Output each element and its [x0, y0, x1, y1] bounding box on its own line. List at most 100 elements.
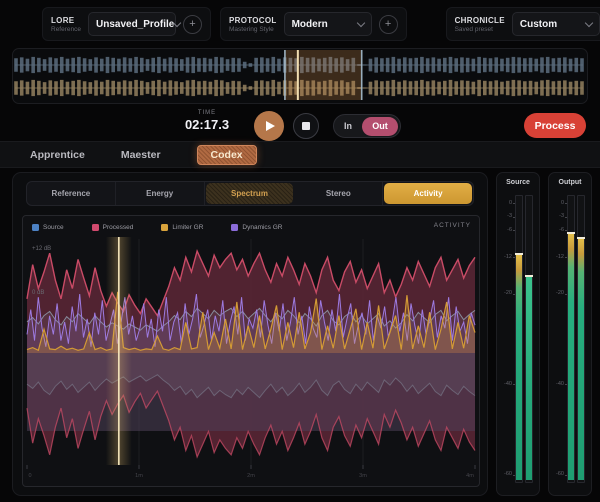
source-meter: Source 0 -3 -6 -12 -20 -40 -60 — [496, 172, 540, 496]
preset-group-chronicle: CHRONICLE Saved preset Custom + — [446, 7, 600, 41]
lore-label: LORE Reference — [51, 16, 81, 33]
waveform-overview[interactable] — [12, 48, 588, 104]
protocol-label: PROTOCOL Mastering Style — [229, 16, 277, 33]
saved-preset-dropdown[interactable]: Custom — [512, 12, 600, 36]
lore-title: LORE — [51, 16, 81, 25]
in-out-toggle[interactable]: In Out — [333, 114, 401, 138]
meter-scale-label: -3 — [549, 213, 564, 219]
meter-bar-track — [567, 195, 575, 483]
svg-text:1m: 1m — [135, 473, 143, 479]
meter-bar-fill — [526, 276, 532, 480]
preset-bar: LORE Reference Unsaved_Profile + PROTOCO… — [0, 5, 600, 43]
meter-bar-track — [525, 195, 533, 483]
meter-scale-label: -60 — [497, 471, 512, 477]
preset-group-lore: LORE Reference Unsaved_Profile + — [42, 7, 211, 41]
subtab-spectrum[interactable]: Spectrum — [206, 183, 294, 204]
waveform-svg — [13, 49, 585, 101]
mastering-style-value: Modern — [292, 19, 328, 30]
tab-apprentice[interactable]: Apprentice — [30, 149, 85, 161]
in-option[interactable]: In — [334, 121, 362, 131]
tab-codex-active[interactable]: Codex — [197, 145, 257, 165]
legend-source[interactable]: Source — [32, 224, 64, 231]
codex-panel: Reference Energy Spectrum Stereo Activit… — [12, 172, 488, 496]
play-icon — [266, 121, 275, 131]
dynamics-swatch-icon — [231, 224, 238, 231]
meter-scale-label: -6 — [549, 227, 564, 233]
chronicle-title: CHRONICLE — [455, 16, 505, 25]
processed-swatch-icon — [92, 224, 99, 231]
chevron-down-icon — [585, 18, 593, 26]
svg-text:4m: 4m — [466, 473, 474, 479]
svg-text:+12 dB: +12 dB — [32, 246, 51, 252]
saved-preset-value: Custom — [520, 19, 557, 30]
output-meter: Output 0 -3 -6 -12 -20 -40 -60 — [548, 172, 592, 496]
meter-bar-fill — [516, 254, 522, 480]
meter-scale-label: -20 — [549, 290, 564, 296]
preset-group-protocol: PROTOCOL Mastering Style Modern + — [220, 7, 407, 41]
stop-button[interactable] — [293, 113, 319, 139]
chevron-down-icon — [356, 18, 364, 26]
meter-scale-label: -40 — [497, 381, 512, 387]
subtab-energy[interactable]: Energy — [116, 182, 205, 205]
mastering-style-dropdown[interactable]: Modern — [284, 12, 372, 36]
add-reference-button[interactable]: + — [183, 15, 202, 34]
meter-bar-track — [515, 195, 523, 483]
protocol-title: PROTOCOL — [229, 16, 277, 25]
meter-scale-label: -40 — [549, 381, 564, 387]
svg-text:0: 0 — [28, 473, 31, 479]
meter-bar-track — [577, 195, 585, 483]
peak-hold-marker — [515, 253, 523, 255]
peak-hold-marker — [525, 275, 533, 277]
view-subtabs: Reference Energy Spectrum Stereo Activit… — [26, 181, 474, 206]
out-option-active[interactable]: Out — [362, 117, 398, 136]
meter-scale-label: -6 — [497, 227, 512, 233]
legend-dynamics-gr[interactable]: Dynamics GR — [231, 224, 282, 231]
subtab-activity-active[interactable]: Activity — [384, 183, 472, 204]
reference-profile-value: Unsaved_Profile — [96, 19, 174, 30]
chronicle-subtitle: Saved preset — [455, 26, 505, 33]
subtab-reference[interactable]: Reference — [27, 182, 116, 205]
time-value: 02:17.3 — [172, 117, 242, 132]
chart-legend: Source Processed Limiter GR Dynamics GR — [32, 221, 471, 233]
play-button[interactable] — [254, 111, 284, 141]
meter-scale-label: -20 — [497, 290, 512, 296]
process-button[interactable]: Process — [524, 113, 586, 138]
tab-maester[interactable]: Maester — [121, 149, 161, 161]
transport-bar: TIME 02:17.3 In Out Process — [0, 104, 600, 140]
limiter-swatch-icon — [161, 224, 168, 231]
output-meter-title: Output — [549, 179, 591, 186]
legend-processed[interactable]: Processed — [92, 224, 134, 231]
legend-limiter-gr[interactable]: Limiter GR — [161, 224, 203, 231]
add-style-button[interactable]: + — [379, 15, 398, 34]
activity-chart[interactable]: +12 dB 0 dB 0 1m 2m 3m 4m — [25, 235, 477, 483]
main-tabs: Apprentice Maester Codex — [0, 141, 600, 168]
peak-hold-marker — [567, 232, 575, 234]
protocol-subtitle: Mastering Style — [229, 26, 277, 33]
output-meter-body: 0 -3 -6 -12 -20 -40 -60 — [549, 191, 591, 491]
chevron-down-icon — [173, 18, 181, 26]
meter-scale-label: 0 — [497, 200, 512, 206]
svg-text:0 dB: 0 dB — [32, 290, 44, 296]
activity-corner-label: ACTIVITY — [434, 222, 471, 229]
peak-hold-marker — [577, 237, 585, 239]
meter-scale-label: -60 — [549, 471, 564, 477]
mastering-app-window: LORE Reference Unsaved_Profile + PROTOCO… — [0, 0, 600, 502]
meter-scale-label: -3 — [497, 213, 512, 219]
source-meter-body: 0 -3 -6 -12 -20 -40 -60 — [497, 191, 539, 491]
time-label: TIME — [172, 110, 242, 116]
stop-icon — [302, 122, 310, 130]
meter-scale-label: 0 — [549, 200, 564, 206]
activity-chart-panel: Source Processed Limiter GR Dynamics GR … — [22, 215, 480, 487]
svg-text:3m: 3m — [359, 473, 367, 479]
meter-bar-fill — [578, 238, 584, 480]
svg-text:2m: 2m — [247, 473, 255, 479]
meter-scale-label: -12 — [549, 254, 564, 260]
meter-scale-label: -12 — [497, 254, 512, 260]
reference-profile-dropdown[interactable]: Unsaved_Profile — [88, 12, 176, 36]
source-meter-title: Source — [497, 179, 539, 186]
source-swatch-icon — [32, 224, 39, 231]
meter-bar-fill — [568, 233, 574, 480]
time-display: TIME 02:17.3 — [172, 110, 242, 132]
chronicle-label: CHRONICLE Saved preset — [455, 16, 505, 33]
subtab-stereo[interactable]: Stereo — [294, 182, 383, 205]
